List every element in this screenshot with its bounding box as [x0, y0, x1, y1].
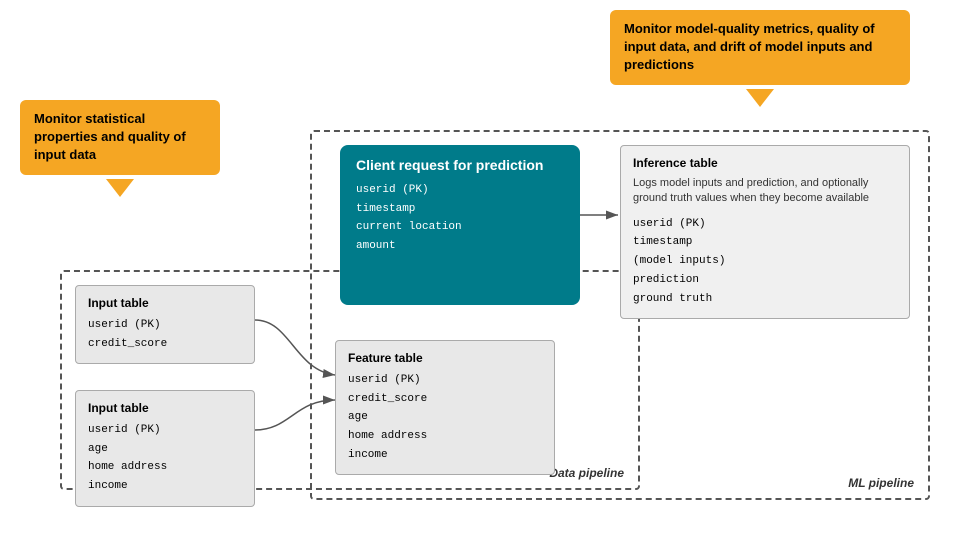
arrow-down-left [106, 179, 134, 197]
inference-table-desc: Logs model inputs and prediction, and op… [633, 176, 897, 207]
orange-text-left: Monitor statistical properties and quali… [20, 100, 220, 175]
feature-table-title: Feature table [348, 351, 542, 365]
input-table-1: Input table userid (PK) credit_score [75, 285, 255, 364]
client-request-fields: userid (PK) timestamp current location a… [356, 181, 564, 256]
feature-table-fields: userid (PK) credit_score age home addres… [348, 371, 542, 464]
input2-field-4: income [88, 477, 242, 496]
inference-field-2: timestamp [633, 233, 897, 252]
input1-field-1: userid (PK) [88, 316, 242, 335]
client-field-1: userid (PK) [356, 181, 564, 200]
feature-field-5: income [348, 446, 542, 465]
client-request-title: Client request for prediction [356, 157, 564, 173]
input2-field-1: userid (PK) [88, 421, 242, 440]
feature-field-4: home address [348, 427, 542, 446]
input-table-1-title: Input table [88, 296, 242, 310]
orange-callout-left: Monitor statistical properties and quali… [20, 100, 220, 197]
input-table-2-title: Input table [88, 401, 242, 415]
ml-pipeline-label: ML pipeline [848, 476, 914, 490]
client-request-box: Client request for prediction userid (PK… [340, 145, 580, 305]
feature-table: Feature table userid (PK) credit_score a… [335, 340, 555, 475]
client-field-2: timestamp [356, 200, 564, 219]
client-field-3: current location [356, 218, 564, 237]
data-pipeline-label: Data pipeline [549, 466, 624, 480]
inference-field-3: (model inputs) [633, 252, 897, 271]
input-table-2: Input table userid (PK) age home address… [75, 390, 255, 507]
feature-field-3: age [348, 408, 542, 427]
arrow-down-right [746, 89, 774, 107]
input2-field-2: age [88, 440, 242, 459]
input2-field-3: home address [88, 458, 242, 477]
input-table-1-fields: userid (PK) credit_score [88, 316, 242, 353]
orange-text-right: Monitor model-quality metrics, quality o… [610, 10, 910, 85]
client-field-4: amount [356, 237, 564, 256]
input1-field-2: credit_score [88, 335, 242, 354]
inference-field-5: ground truth [633, 290, 897, 309]
inference-table: Inference table Logs model inputs and pr… [620, 145, 910, 319]
orange-callout-right: Monitor model-quality metrics, quality o… [610, 10, 910, 107]
inference-table-title: Inference table [633, 156, 897, 170]
inference-field-1: userid (PK) [633, 215, 897, 234]
input-table-2-fields: userid (PK) age home address income [88, 421, 242, 496]
feature-field-2: credit_score [348, 390, 542, 409]
inference-table-fields: userid (PK) timestamp (model inputs) pre… [633, 215, 897, 308]
inference-field-4: prediction [633, 271, 897, 290]
feature-field-1: userid (PK) [348, 371, 542, 390]
